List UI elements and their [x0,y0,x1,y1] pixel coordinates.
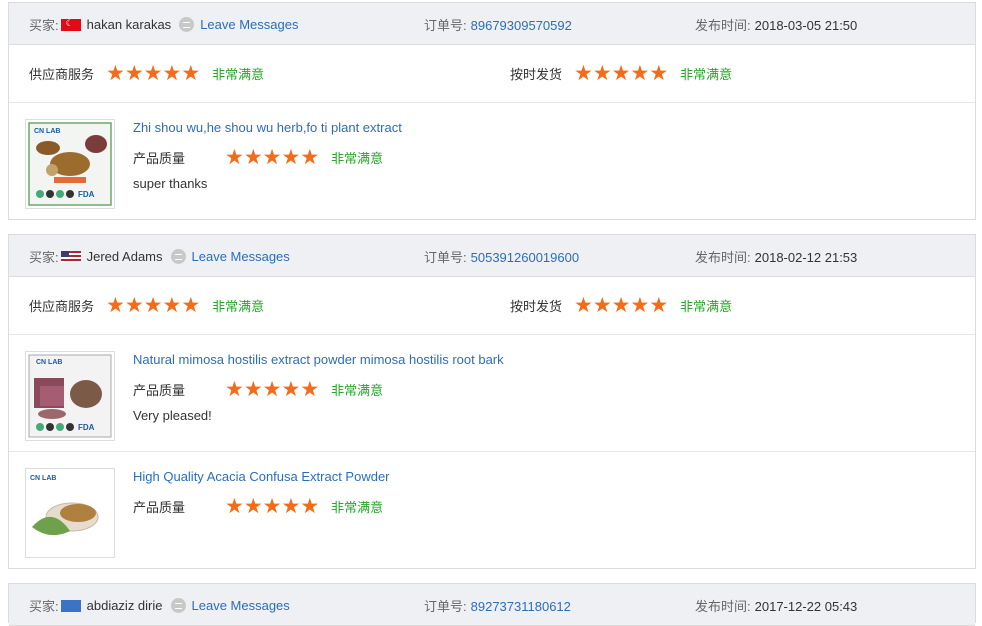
leave-messages-link[interactable]: Leave Messages [192,598,290,613]
star-rating: ★★★★★ [574,61,669,85]
chat-icon[interactable] [179,17,195,32]
satisfaction-text: 非常满意 [680,67,733,82]
order-info: 订单号: 505391260019600 [424,247,579,266]
supplier-service-rating: 供应商服务 ★★★★★ 非常满意 [29,293,265,317]
order-label: 订单号: [424,18,467,33]
buyer-label: 买家: [29,18,59,33]
buyer-name: Jered Adams [86,249,163,264]
product-image: CN LAB FDA [28,354,112,438]
star-rating: ★★★★★ [225,145,320,169]
service-ratings: 供应商服务 ★★★★★ 非常满意 按时发货 ★★★★★ 非常满意 [9,277,975,335]
product-quality-rating: 产品质量 ★★★★★ 非常满意 [133,377,384,401]
service-ratings: 供应商服务 ★★★★★ 非常满意 按时发货 ★★★★★ 非常满意 [9,45,975,103]
buyer-label: 买家: [29,599,59,614]
published-date: 2018-02-12 21:53 [754,250,858,265]
order-number-link[interactable]: 505391260019600 [471,250,579,265]
buyer-info: 买家: abdiaziz dirie Leave Messages [29,596,290,615]
published-info: 发布时间: 2018-03-05 21:50 [695,15,857,34]
satisfaction-text: 非常满意 [331,383,384,398]
satisfaction-text: 非常满意 [680,299,733,314]
review-header: 买家: hakan karakas Leave Messages 订单号: 896… [9,3,975,45]
supplier-service-rating: 供应商服务 ★★★★★ 非常满意 [29,61,265,85]
leave-messages-link[interactable]: Leave Messages [200,17,298,32]
star-rating: ★★★★★ [106,293,201,317]
review-header: 买家: Jered Adams Leave Messages 订单号: 50539… [9,235,975,277]
delivery-rating: 按时发货 ★★★★★ 非常满意 [510,61,733,85]
order-number-link[interactable]: 89273731180612 [471,599,571,614]
order-label: 订单号: [424,250,467,265]
satisfaction-text: 非常满意 [331,500,384,515]
order-label: 订单号: [424,599,467,614]
order-info: 订单号: 89273731180612 [424,596,571,615]
review-card: 买家: abdiaziz dirie Leave Messages 订单号: 89… [8,583,976,626]
product-review: CN LAB High Quality Acacia Confusa Extra… [9,451,975,568]
buyer-info: 买家: Jered Adams Leave Messages [29,247,290,266]
published-label: 发布时间: [695,250,751,265]
turkey-flag-icon [60,18,81,31]
published-date: 2018-03-05 21:50 [754,18,858,33]
satisfaction-text: 非常满意 [212,299,265,314]
svg-text:FDA: FDA [78,423,95,432]
star-rating: ★★★★★ [225,494,320,518]
order-number-link[interactable]: 89679309570592 [471,18,572,33]
satisfaction-text: 非常满意 [331,151,384,166]
chat-icon[interactable] [170,249,186,264]
product-quality-rating: 产品质量 ★★★★★ 非常满意 [133,145,384,169]
svg-text:CN LAB: CN LAB [36,359,62,366]
review-card: 买家: Jered Adams Leave Messages 订单号: 50539… [8,234,976,569]
buyer-name: abdiaziz dirie [86,598,163,613]
published-label: 发布时间: [695,18,751,33]
svg-text:FDA: FDA [78,190,95,199]
product-thumbnail[interactable]: CN LAB [25,468,115,558]
star-rating: ★★★★★ [106,61,201,85]
on-time-delivery-label: 按时发货 [510,299,563,314]
product-quality-rating: 产品质量 ★★★★★ 非常满意 [133,494,384,518]
product-quality-label: 产品质量 [133,383,186,398]
usa-flag-icon [60,250,81,263]
leave-messages-link[interactable]: Leave Messages [192,249,290,264]
product-thumbnail[interactable]: CN LAB FDA [25,119,115,209]
satisfaction-text: 非常满意 [212,67,265,82]
delivery-rating: 按时发货 ★★★★★ 非常满意 [510,293,733,317]
published-info: 发布时间: 2017-12-22 05:43 [695,596,857,615]
product-quality-label: 产品质量 [133,500,186,515]
product-title-link[interactable]: High Quality Acacia Confusa Extract Powd… [133,469,390,484]
product-image: CN LAB [26,469,114,557]
buyer-name: hakan karakas [86,17,172,32]
review-comment: Very pleased! [133,408,212,423]
svg-text:CN LAB: CN LAB [30,475,56,482]
supplier-service-label: 供应商服务 [29,299,95,314]
product-title-link[interactable]: Zhi shou wu,he shou wu herb,fo ti plant … [133,120,402,135]
svg-text:CN LAB: CN LAB [34,128,60,135]
published-label: 发布时间: [695,599,751,614]
supplier-service-label: 供应商服务 [29,67,95,82]
review-comment: super thanks [133,176,208,191]
star-rating: ★★★★★ [225,377,320,401]
product-review: CN LAB FDA Zhi shou wu,he shou wu herb,f… [9,103,975,219]
review-card: 买家: hakan karakas Leave Messages 订单号: 896… [8,2,976,220]
order-info: 订单号: 89679309570592 [424,15,572,34]
star-rating: ★★★★★ [574,293,669,317]
published-date: 2017-12-22 05:43 [754,599,858,614]
buyer-label: 买家: [29,250,59,265]
published-info: 发布时间: 2018-02-12 21:53 [695,247,857,266]
product-review: CN LAB FDA Natural mimosa hostilis extra… [9,335,975,451]
on-time-delivery-label: 按时发货 [510,67,563,82]
review-header: 买家: abdiaziz dirie Leave Messages 订单号: 89… [9,584,975,626]
product-image: CN LAB FDA [28,122,112,206]
product-quality-label: 产品质量 [133,151,186,166]
buyer-info: 买家: hakan karakas Leave Messages [29,15,298,34]
product-thumbnail[interactable]: CN LAB FDA [25,351,115,441]
flag-icon [60,599,81,612]
chat-icon[interactable] [170,598,186,613]
product-title-link[interactable]: Natural mimosa hostilis extract powder m… [133,352,504,367]
